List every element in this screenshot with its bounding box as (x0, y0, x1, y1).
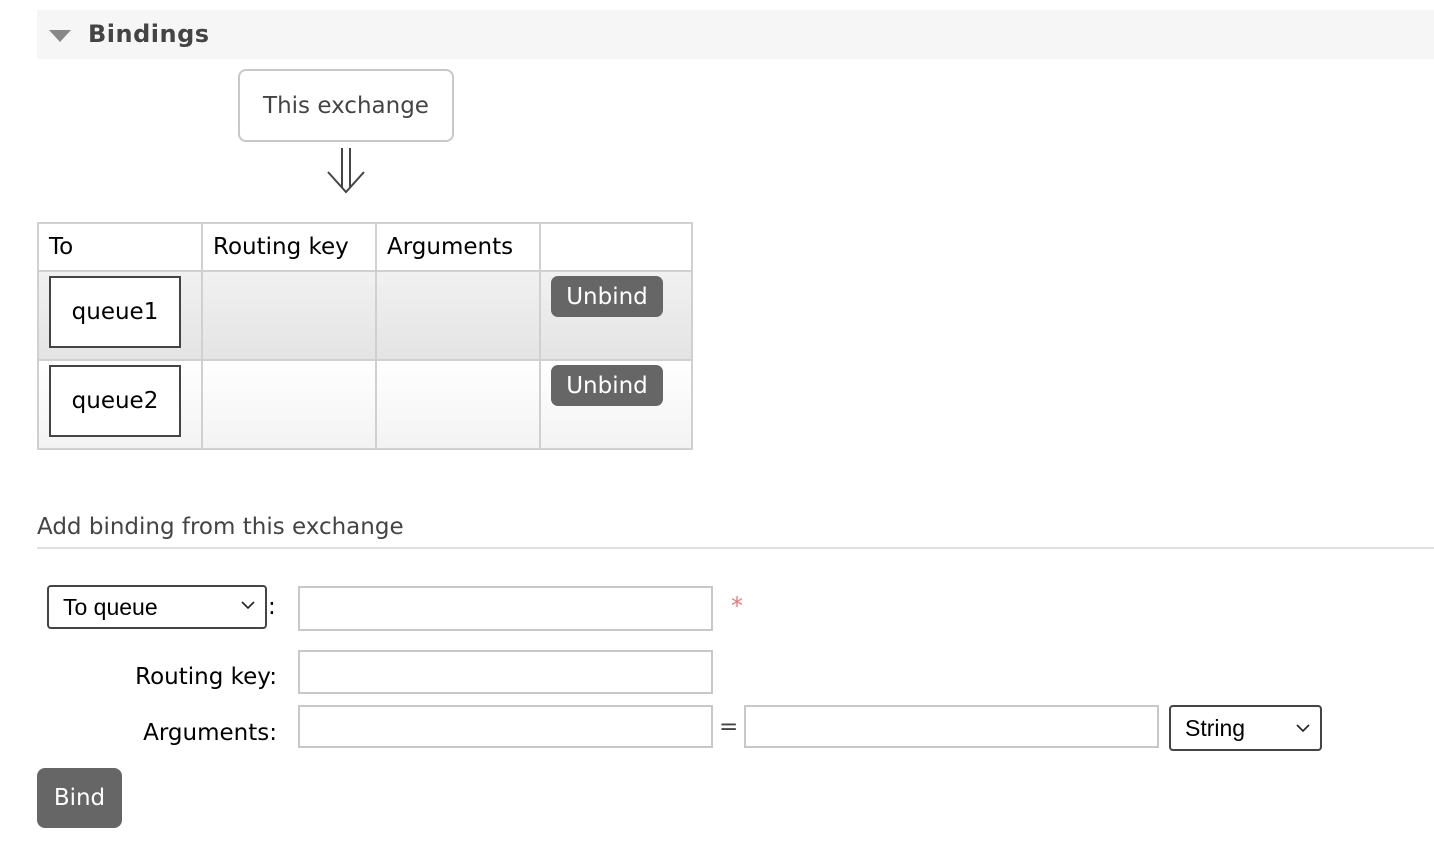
table-header-row: To Routing key Arguments (37, 222, 693, 272)
destination-type-value: To queue (63, 593, 158, 620)
cell-to: queue2 (37, 359, 203, 450)
cell-to: queue1 (37, 270, 203, 361)
add-binding-title: Add binding from this exchange (37, 514, 404, 540)
colon-label: : (268, 594, 276, 620)
double-down-arrow-icon (327, 148, 365, 194)
chevron-down-icon (1296, 724, 1310, 733)
cell-actions: Unbind (539, 359, 693, 450)
destination-name-input[interactable] (298, 586, 713, 631)
bind-button[interactable]: Bind (37, 768, 122, 828)
unbind-button[interactable]: Unbind (551, 365, 663, 406)
unbind-button[interactable]: Unbind (551, 276, 663, 317)
section-title: Bindings (88, 20, 210, 48)
routing-key-label: Routing key: (135, 664, 277, 690)
argument-type-value: String (1185, 714, 1246, 741)
cell-actions: Unbind (539, 270, 693, 361)
equals-sign: = (719, 714, 739, 740)
argument-value-input[interactable] (744, 705, 1159, 748)
arguments-label: Arguments: (143, 720, 277, 746)
cell-routing-key (201, 270, 377, 361)
cell-arguments (375, 270, 541, 361)
routing-key-input[interactable] (298, 650, 713, 694)
chevron-down-icon (241, 601, 255, 610)
queue-link[interactable]: queue2 (49, 365, 181, 437)
column-header-routing-key: Routing key (201, 222, 377, 272)
divider (37, 547, 1434, 549)
required-marker: * (731, 592, 743, 620)
this-exchange-box: This exchange (238, 69, 454, 142)
argument-key-input[interactable] (298, 705, 713, 748)
column-header-to: To (37, 222, 203, 272)
table-row: queue2 Unbind (37, 359, 693, 450)
table-row: queue1 Unbind (37, 270, 693, 361)
argument-type-select[interactable]: String (1169, 705, 1322, 751)
column-header-arguments: Arguments (375, 222, 541, 272)
bindings-section-header[interactable]: Bindings (37, 10, 1434, 59)
cell-routing-key (201, 359, 377, 450)
column-header-actions (539, 222, 693, 272)
cell-arguments (375, 359, 541, 450)
destination-type-select[interactable]: To queue (47, 585, 267, 629)
collapse-triangle-icon[interactable] (49, 30, 71, 42)
bindings-table: To Routing key Arguments queue1 Unbind q… (37, 222, 693, 450)
queue-link[interactable]: queue1 (49, 276, 181, 348)
